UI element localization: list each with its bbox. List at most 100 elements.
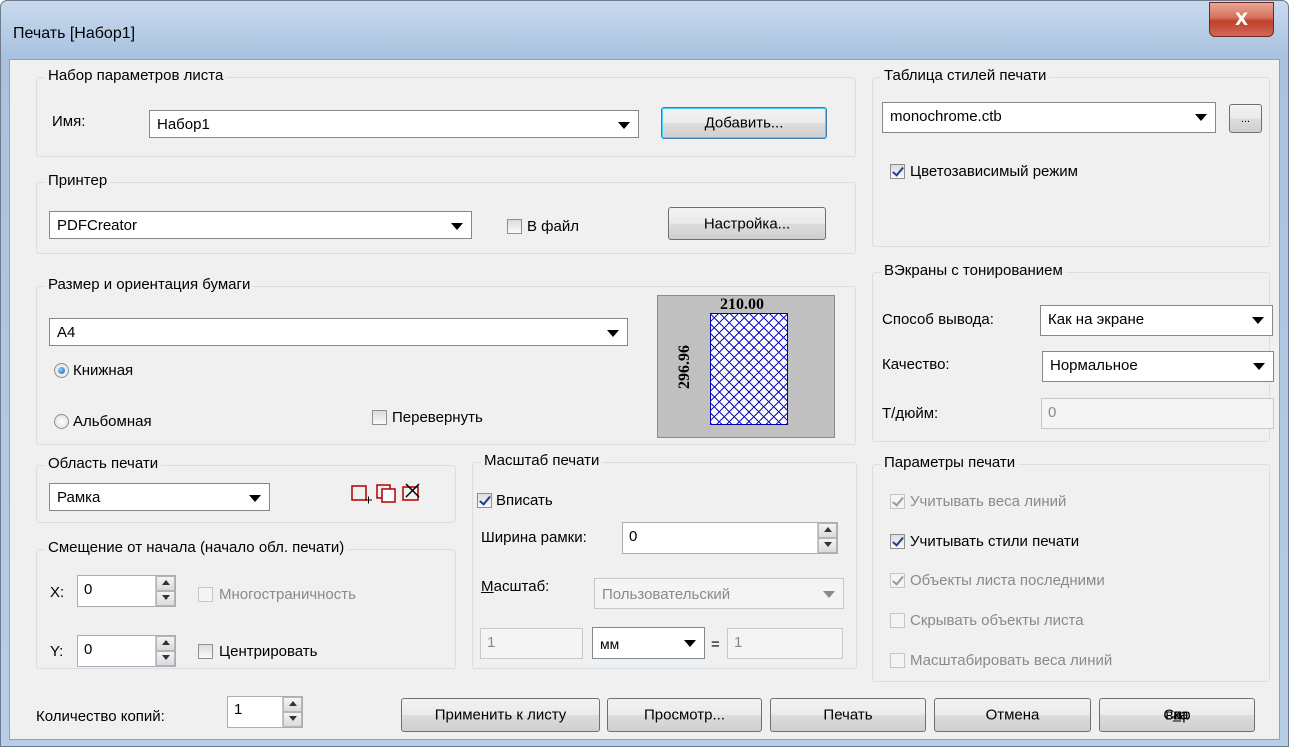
paper-size-dropdown[interactable]: A4 xyxy=(49,318,628,346)
remove-window-icon[interactable] xyxy=(401,482,423,502)
preview-width-label: 210.00 xyxy=(720,296,764,313)
scale-dropdown[interactable]: Пользовательский xyxy=(594,578,844,609)
quality-dropdown[interactable]: Нормальное xyxy=(1042,351,1274,382)
cancel-button[interactable]: Отмена xyxy=(934,698,1091,732)
color-dependent-label: Цветозависимый режим xyxy=(910,163,1078,180)
to-file-checkbox[interactable] xyxy=(507,219,522,234)
style-table-group-label: Таблица стилей печати xyxy=(881,67,1050,84)
shaded-viewport-group-label: ВЭкраны с тонированием xyxy=(881,262,1066,279)
spin-down-icon[interactable] xyxy=(283,712,302,727)
page-setup-name-dropdown[interactable]: Набор1 xyxy=(149,110,639,138)
spin-down-icon[interactable] xyxy=(156,651,175,666)
frame-width-label: Ширина рамки: xyxy=(481,529,587,546)
option-hide-objects-label: Скрывать объекты листа xyxy=(910,612,1084,629)
spin-down-icon[interactable] xyxy=(156,591,175,606)
scale-label-text: асштаб: xyxy=(493,578,550,595)
y-label: Y: xyxy=(50,643,64,660)
title-bar[interactable]: Печать [Набор1] X xyxy=(1,1,1288,59)
spin-down-icon[interactable] xyxy=(818,538,837,553)
dpi-field[interactable]: 0 xyxy=(1041,398,1274,429)
name-label: Имя: xyxy=(52,113,86,130)
option-hide-objects-checkbox[interactable] xyxy=(890,613,905,628)
spin-up-icon[interactable] xyxy=(283,697,302,712)
output-mode-dropdown[interactable]: Как на экране xyxy=(1040,305,1273,336)
spin-up-icon[interactable] xyxy=(818,523,837,538)
option-scale-lineweights-label: Масштабировать веса линий xyxy=(910,652,1113,669)
printer-dropdown[interactable]: PDFCreator xyxy=(49,211,472,239)
chevron-down-icon xyxy=(249,495,261,502)
y-offset-value: 0 xyxy=(84,641,93,658)
print-button[interactable]: Печать xyxy=(770,698,926,732)
browse-button-label: ... xyxy=(1240,112,1251,125)
portrait-label: Книжная xyxy=(73,362,134,379)
flip-checkbox[interactable] xyxy=(372,410,387,425)
add-window-icon[interactable] xyxy=(376,484,398,504)
chevron-down-icon xyxy=(451,223,463,230)
copies-spinner[interactable] xyxy=(282,697,302,727)
multipage-label: Многостраничность xyxy=(219,586,356,603)
center-checkbox[interactable] xyxy=(198,644,213,659)
chevron-down-icon xyxy=(823,591,835,598)
copies-field[interactable]: 1 xyxy=(227,696,303,728)
multipage-checkbox[interactable] xyxy=(198,587,213,602)
apply-button-label: Применить к листу xyxy=(434,706,567,724)
fit-label: Вписать xyxy=(496,492,553,509)
option-scale-lineweights-checkbox[interactable] xyxy=(890,653,905,668)
style-table-dropdown[interactable]: monochrome.ctb xyxy=(882,102,1216,133)
x-offset-spinner[interactable] xyxy=(155,576,175,606)
option-lineweights-checkbox[interactable] xyxy=(890,494,905,509)
y-offset-spinner[interactable] xyxy=(155,636,175,666)
quality-value: Нормальное xyxy=(1050,357,1138,374)
chevron-down-icon xyxy=(607,330,619,337)
page-setup-group-label: Набор параметров листа xyxy=(45,67,227,84)
frame-width-spinner[interactable] xyxy=(817,523,837,553)
spin-up-icon[interactable] xyxy=(156,636,175,651)
to-file-label: В файл xyxy=(527,218,579,235)
unit-value: мм xyxy=(600,636,620,652)
portrait-radio[interactable] xyxy=(54,363,69,378)
printer-setup-button[interactable]: Настройка... xyxy=(668,207,826,240)
printer-setup-button-label: Настройка... xyxy=(703,215,791,232)
chevron-down-icon xyxy=(618,122,630,129)
spin-up-icon[interactable] xyxy=(156,576,175,591)
chevron-down-icon xyxy=(684,640,696,647)
option-lineweights-label: Учитывать веса линий xyxy=(910,493,1067,510)
unit-dropdown[interactable]: мм xyxy=(592,627,705,659)
color-dependent-checkbox[interactable] xyxy=(890,164,905,179)
print-options-group-label: Параметры печати xyxy=(881,454,1019,471)
offset-group-label: Смещение от начала (начало обл. печати) xyxy=(45,539,348,556)
option-paperspace-last-checkbox[interactable] xyxy=(890,573,905,588)
output-mode-value: Как на экране xyxy=(1048,311,1145,328)
paper-preview: 210.00 296.96 xyxy=(657,295,835,438)
add-button[interactable]: Добавить... xyxy=(661,107,827,139)
y-offset-field[interactable]: 0 xyxy=(77,635,176,667)
option-plotstyles-checkbox[interactable] xyxy=(890,534,905,549)
output-mode-label: Способ вывода: xyxy=(882,311,994,328)
preview-button[interactable]: Просмотр... xyxy=(607,698,762,732)
dialog-client-area: Набор параметров листа Имя: Набор1 Добав… xyxy=(9,59,1280,740)
scale-label-mnemonic: М xyxy=(481,578,494,595)
dpi-label: Т/дюйм: xyxy=(882,405,939,422)
cancel-button-label: Отмена xyxy=(985,706,1040,724)
scale-label: Масштаб: xyxy=(481,578,549,595)
help-label-end: вка xyxy=(1165,706,1189,724)
frame-width-field[interactable]: 0 xyxy=(622,522,838,554)
close-button[interactable]: X xyxy=(1209,2,1274,37)
apply-to-layout-button[interactable]: Применить к листу xyxy=(401,698,600,732)
landscape-radio[interactable] xyxy=(54,414,69,429)
style-table-value: monochrome.ctb xyxy=(890,108,1002,125)
scale-group-label: Масштаб печати xyxy=(481,452,603,469)
flip-label: Перевернуть xyxy=(392,409,483,426)
print-dialog-window: Печать [Набор1] X Набор параметров листа… xyxy=(0,0,1289,747)
dpi-value: 0 xyxy=(1048,404,1057,421)
plot-area-dropdown[interactable]: Рамка xyxy=(49,483,270,511)
page-setup-name-value: Набор1 xyxy=(157,116,210,133)
scale-numerator-field[interactable]: 1 xyxy=(480,628,583,659)
option-plotstyles-label: Учитывать стили печати xyxy=(910,533,1080,550)
x-offset-field[interactable]: 0 xyxy=(77,575,176,607)
style-table-browse-button[interactable]: ... xyxy=(1229,104,1262,133)
fit-checkbox[interactable] xyxy=(477,493,492,508)
scale-denominator-field[interactable]: 1 xyxy=(727,628,843,659)
select-window-icon[interactable] xyxy=(351,485,373,505)
help-button[interactable]: Спр а вка xyxy=(1099,698,1255,732)
